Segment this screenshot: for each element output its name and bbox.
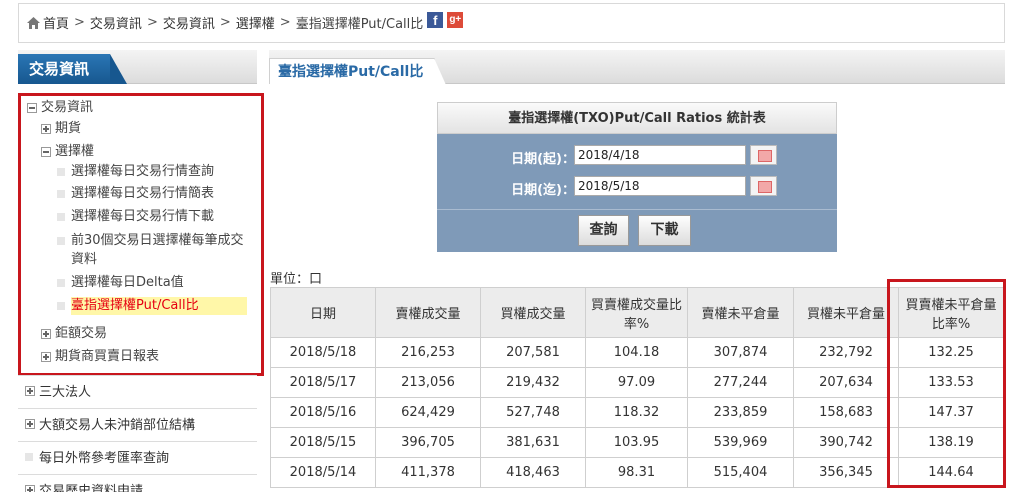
sidebar-section-large-trader[interactable]: 大額交易人未沖銷部位結構 (18, 408, 257, 438)
home-icon (27, 16, 40, 29)
expand-icon[interactable] (25, 385, 35, 396)
sidebar-section-fx-rate[interactable]: 每日外幣參考匯率查詢 (18, 441, 257, 471)
query-panel: 臺指選擇權(TXO)Put/Call Ratios 統計表 日期(起)： 201… (437, 102, 837, 252)
start-date-label: 日期(起)： (511, 152, 575, 167)
table-cell: 2018/5/18 (270, 337, 376, 368)
table-cell: 219,432 (480, 367, 586, 398)
unit-label: 單位：口 (270, 272, 323, 287)
start-date-input[interactable]: 2018/4/18 (574, 145, 746, 165)
end-date-input[interactable]: 2018/5/18 (574, 176, 746, 196)
start-date-row: 日期(起)： 2018/4/18 (437, 144, 837, 170)
sidebar-section-history-data[interactable]: 交易歷史資料申請 (18, 474, 257, 492)
query-divider (437, 209, 837, 210)
page-title: 臺指選擇權Put/Call比 (269, 58, 446, 85)
breadcrumb-bar: 首頁 > 交易資訊 > 交易資訊 > 選擇權 > 臺指選擇權Put/Call比 … (18, 3, 1005, 43)
sidebar-header: 交易資訊 (18, 50, 257, 84)
column-header: 賣權未平倉量 (687, 287, 794, 338)
highlight-box-sidebar (18, 93, 264, 376)
calendar-icon[interactable] (750, 176, 777, 196)
table-cell: 515,404 (687, 457, 794, 488)
breadcrumb-home[interactable]: 首頁 (43, 13, 69, 32)
table-cell: 539,969 (687, 427, 794, 458)
query-title: 臺指選擇權(TXO)Put/Call Ratios 統計表 (437, 102, 837, 134)
breadcrumb-separator: > (74, 15, 85, 30)
bullet-icon (25, 452, 33, 461)
table-cell: 216,253 (375, 337, 481, 368)
table-cell: 104.18 (585, 337, 688, 368)
main-header: 臺指選擇權Put/Call比 (269, 50, 1005, 85)
table-cell: 356,345 (793, 457, 899, 488)
table-cell: 390,742 (793, 427, 899, 458)
end-date-label: 日期(迄)： (511, 183, 575, 198)
column-header: 買權成交量 (480, 287, 586, 338)
column-header: 賣權成交量 (375, 287, 481, 338)
end-date-row: 日期(迄)： 2018/5/18 (437, 175, 837, 201)
table-cell: 118.32 (585, 397, 688, 428)
table-cell: 233,859 (687, 397, 794, 428)
breadcrumb-separator: > (279, 15, 291, 30)
column-header: 日期 (270, 287, 376, 338)
table-cell: 213,056 (375, 367, 481, 398)
sidebar-title: 交易資訊 (18, 54, 127, 84)
table-cell: 232,792 (793, 337, 899, 368)
breadcrumb-trade-info-1[interactable]: 交易資訊 (90, 13, 142, 32)
table-cell: 103.95 (585, 427, 688, 458)
table-cell: 624,429 (375, 397, 481, 428)
breadcrumb-options[interactable]: 選擇權 (236, 13, 275, 32)
breadcrumb-separator: > (219, 15, 231, 30)
table-cell: 2018/5/14 (270, 457, 376, 488)
expand-icon[interactable] (25, 484, 35, 492)
column-header: 買賣權成交量比率% (585, 287, 688, 338)
table-cell: 97.09 (585, 367, 688, 398)
table-cell: 207,581 (480, 337, 586, 368)
table-cell: 2018/5/16 (270, 397, 376, 428)
facebook-icon[interactable]: f (427, 11, 444, 28)
download-button[interactable]: 下載 (638, 215, 691, 246)
table-cell: 277,244 (687, 367, 794, 398)
table-cell: 307,874 (687, 337, 794, 368)
breadcrumb-current: 臺指選擇權Put/Call比 (295, 17, 424, 32)
sidebar-section-institutional[interactable]: 三大法人 (18, 375, 257, 405)
highlight-box-oi-ratio (887, 279, 1006, 488)
table-cell: 396,705 (375, 427, 481, 458)
google-plus-icon[interactable]: g+ (447, 11, 464, 28)
table-cell: 98.31 (585, 457, 688, 488)
table-cell: 527,748 (480, 397, 586, 428)
table-cell: 381,631 (480, 427, 586, 458)
table-cell: 158,683 (793, 397, 899, 428)
table-cell: 207,634 (793, 367, 899, 398)
column-header: 買權未平倉量 (793, 287, 899, 338)
breadcrumb-trade-info-2[interactable]: 交易資訊 (163, 13, 215, 32)
expand-icon[interactable] (25, 418, 35, 429)
table-cell: 2018/5/15 (270, 427, 376, 458)
breadcrumb: 首頁 > 交易資訊 > 交易資訊 > 選擇權 > 臺指選擇權Put/Call比 … (27, 11, 464, 32)
calendar-icon[interactable] (750, 145, 777, 165)
table-cell: 411,378 (375, 457, 481, 488)
table-cell: 2018/5/17 (270, 367, 376, 398)
table-cell: 418,463 (480, 457, 586, 488)
search-button[interactable]: 查詢 (578, 215, 629, 246)
breadcrumb-separator: > (146, 15, 158, 30)
